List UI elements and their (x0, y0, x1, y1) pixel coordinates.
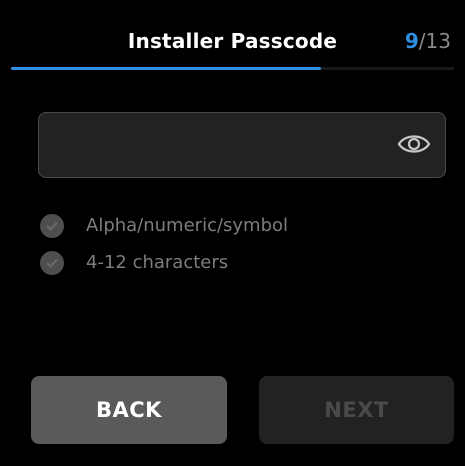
next-button[interactable]: NEXT (259, 376, 454, 444)
requirements-list: Alpha/numeric/symbol 4-12 characters (40, 208, 288, 282)
requirement-label: 4-12 characters (86, 252, 229, 273)
check-icon (40, 213, 64, 238)
requirement-item: Alpha/numeric/symbol (40, 208, 288, 243)
eye-icon[interactable] (397, 131, 431, 157)
page-title: Installer Passcode (127, 29, 338, 53)
header: Installer Passcode 9/13 (0, 0, 465, 70)
passcode-field[interactable] (38, 112, 446, 178)
requirement-item: 4-12 characters (40, 245, 288, 280)
step-counter: 9/13 (405, 29, 451, 53)
passcode-input[interactable] (53, 113, 387, 178)
step-total: 13 (425, 29, 451, 53)
back-button[interactable]: BACK (31, 376, 227, 444)
step-separator: / (418, 29, 426, 53)
progress-bar (11, 67, 454, 70)
progress-fill (11, 67, 322, 70)
step-current: 9 (404, 29, 419, 53)
check-icon (40, 250, 64, 275)
requirement-label: Alpha/numeric/symbol (86, 215, 289, 236)
